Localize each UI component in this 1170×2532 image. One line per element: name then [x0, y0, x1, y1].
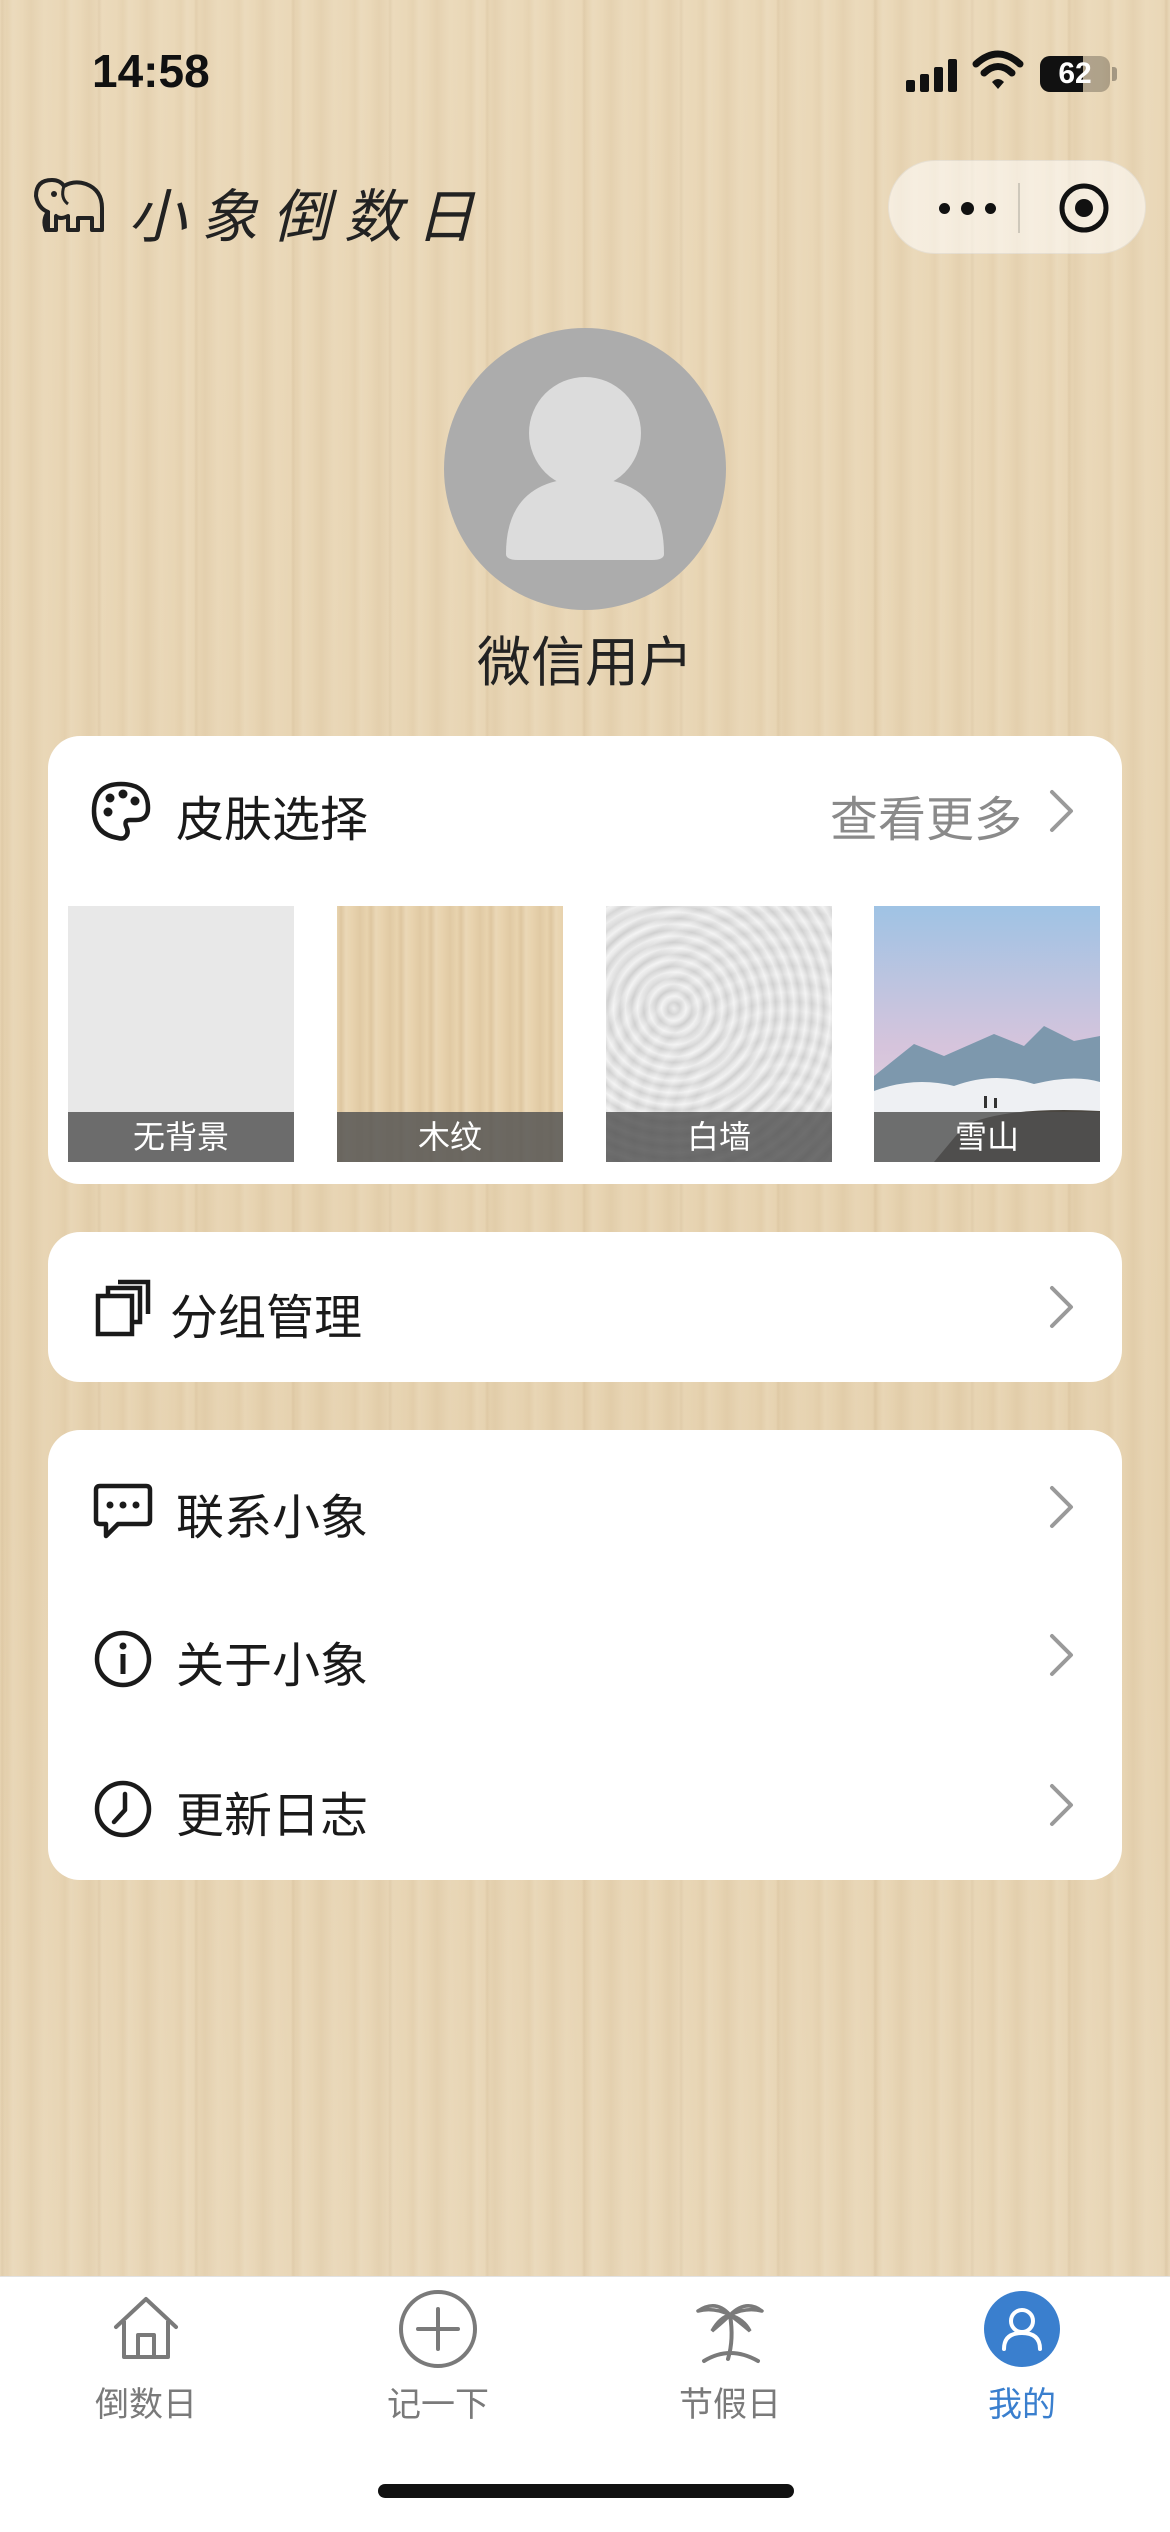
chevron-right-icon — [1050, 1286, 1073, 1328]
cellular-signal-icon — [906, 58, 958, 92]
menu-item-contact[interactable]: 联系小象 — [48, 1430, 1122, 1580]
menu-item-label: 联系小象 — [176, 1490, 369, 1546]
elephant-icon — [34, 178, 104, 232]
tab-label: 节假日 — [679, 2385, 781, 2425]
skin-header[interactable]: 皮肤选择 查看更多 — [48, 736, 1122, 886]
chevron-right-icon — [1050, 1486, 1073, 1528]
skin-option-none[interactable]: 无背景 — [68, 906, 294, 1162]
see-more-link[interactable]: 查看更多 — [830, 780, 1022, 850]
copy-stack-icon — [95, 1279, 151, 1337]
home-indicator — [378, 2484, 794, 2498]
chevron-right-icon — [1050, 1784, 1073, 1826]
home-icon — [114, 2297, 178, 2359]
menu-item-label: 更新日志 — [176, 1788, 369, 1844]
group-management-row[interactable]: 分组管理 — [48, 1232, 1122, 1382]
menu-item-about[interactable]: 关于小象 — [48, 1580, 1122, 1730]
group-management-label: 分组管理 — [170, 1290, 363, 1346]
tab-label: 倒数日 — [95, 2385, 197, 2425]
skin-title: 皮肤选择 — [176, 792, 369, 848]
tab-label: 我的 — [988, 2385, 1056, 2425]
skin-label: 无背景 — [68, 1112, 294, 1162]
palm-tree-icon — [696, 2304, 764, 2363]
skin-label: 木纹 — [337, 1112, 563, 1162]
username: 微信用户 — [477, 631, 693, 694]
app-header: 小象倒数日 — [0, 160, 1170, 280]
skin-list: 无背景 木纹 白墙 雪山 — [68, 906, 1108, 1162]
skin-option-snow-mountain[interactable]: 雪山 — [874, 906, 1100, 1162]
tab-mine[interactable]: 我的 — [876, 2277, 1168, 2477]
tab-record[interactable]: 记一下 — [292, 2277, 584, 2477]
tab-holidays[interactable]: 节假日 — [584, 2277, 876, 2477]
wifi-icon — [972, 50, 1024, 89]
skin-label: 白墙 — [606, 1112, 832, 1162]
default-avatar-icon — [506, 377, 664, 560]
avatar[interactable] — [444, 328, 726, 610]
target-close-icon[interactable] — [1057, 181, 1111, 235]
chat-bubble-icon — [93, 1483, 153, 1539]
chevron-right-icon — [1050, 790, 1073, 832]
skin-option-wood[interactable]: 木纹 — [337, 906, 563, 1162]
user-icon — [984, 2291, 1060, 2367]
menu-item-changelog[interactable]: 更新日志 — [48, 1730, 1122, 1880]
status-bar: 14:58 62 — [0, 0, 1170, 150]
skin-card: 皮肤选择 查看更多 无背景 木纹 白墙 雪山 — [48, 736, 1122, 1184]
tab-label: 记一下 — [387, 2385, 489, 2425]
battery-icon: 62 — [1040, 56, 1110, 92]
menu-item-label: 关于小象 — [176, 1638, 369, 1694]
tab-countdown[interactable]: 倒数日 — [0, 2277, 292, 2477]
mini-program-capsule — [888, 160, 1146, 254]
skin-option-white-wall[interactable]: 白墙 — [606, 906, 832, 1162]
palette-icon — [91, 781, 151, 841]
info-icon — [94, 1630, 152, 1688]
status-time: 14:58 — [92, 45, 210, 97]
plus-circle-icon — [399, 2290, 477, 2368]
clock-icon — [94, 1780, 152, 1838]
battery-level: 62 — [1058, 57, 1092, 90]
more-dots-icon[interactable] — [925, 185, 1015, 231]
chevron-right-icon — [1050, 1634, 1073, 1676]
app-title: 小象倒数日 — [128, 183, 489, 251]
more-menu-card: 联系小象 关于小象 更新日志 — [48, 1430, 1122, 1880]
skin-label: 雪山 — [874, 1112, 1100, 1162]
